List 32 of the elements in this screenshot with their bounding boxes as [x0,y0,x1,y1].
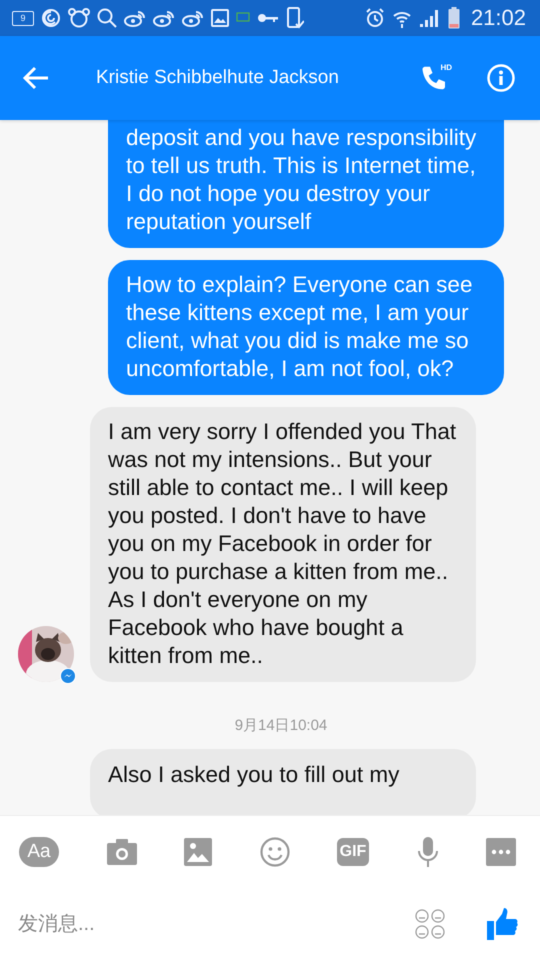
messenger-badge-icon [60,668,76,684]
received-message: Also I asked you to fill out my [90,749,476,815]
search-icon [97,8,117,28]
sent-message: How to explain? Everyone can see these kittens except me, I am your client, what you did is make me so uncomfortable, I am not fool, ok? [108,260,504,395]
received-message: I am very sorry I offended you That was not my intensions.. But your still able to contact me.. I will keep you posted. I don't have to have you on my Facebook in order for you to purchase a kitten from me.. As I don't everyone on my Facebook who have bought a kitten from me.. [90,407,476,682]
alarm-icon [364,8,385,28]
swirl-eye-icon [182,9,204,27]
spiral-icon [41,8,61,28]
microphone-icon[interactable] [416,837,438,867]
phone-check-icon [286,7,304,29]
clock-time: 21:02 [470,5,526,31]
camera-icon[interactable] [106,839,136,865]
cat-face-icon [68,8,90,28]
info-icon[interactable] [486,63,516,93]
key-icon [257,12,279,24]
notification-count: 9 [12,10,34,26]
smiley-icon[interactable] [260,837,290,867]
sent-message: deposit and you have responsibility to tell us truth. This is Internet time, I do not hope you destroy your reputation yourself [108,120,504,248]
swirl-eye-icon [124,9,146,27]
signal-icon [418,8,441,28]
thumbs-up-icon[interactable] [486,907,518,941]
battery-icon [448,7,460,29]
back-icon[interactable] [22,66,50,90]
contact-name: Kristie Schibbelhute Jackson [96,67,340,89]
image-icon [211,9,229,27]
message-timestamp: 9月14日10:04 [234,716,328,735]
text-style-button[interactable]: Aa [19,837,59,867]
swirl-eye-icon [153,9,175,27]
sticker-faces-icon[interactable] [414,908,446,940]
gif-button[interactable]: GIF [337,838,369,866]
image-icon[interactable] [184,838,212,866]
more-icon[interactable] [486,838,516,866]
